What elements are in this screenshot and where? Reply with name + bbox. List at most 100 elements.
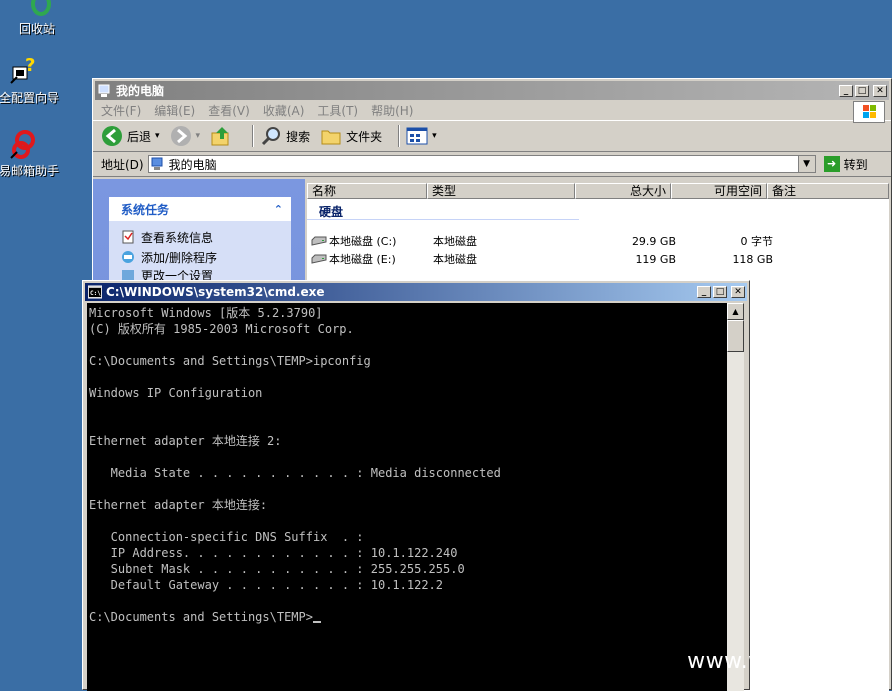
console-line: (C) 版权所有 1985-2003 Microsoft Corp. [89, 322, 354, 336]
cmd-icon: C:\ [88, 285, 102, 299]
explorer-titlebar[interactable]: 我的电脑 _ □ ✕ [95, 81, 889, 100]
close-button[interactable]: ✕ [873, 84, 887, 97]
menu-edit[interactable]: 编辑(E) [154, 102, 195, 119]
toolbar-separator [252, 125, 255, 147]
back-arrow-icon [102, 126, 122, 146]
search-button[interactable]: 搜索 [260, 125, 310, 147]
add-remove-programs-icon [122, 251, 134, 263]
folders-label: 文件夹 [346, 129, 383, 144]
desktop-icon-recycle-bin[interactable]: 回收站 [0, 0, 74, 37]
minimize-button[interactable]: _ [697, 286, 711, 298]
maximize-button[interactable]: □ [713, 286, 727, 298]
minimize-button[interactable]: _ [839, 84, 853, 97]
security-wizard-icon: ? [10, 55, 35, 84]
menu-tools[interactable]: 工具(T) [317, 102, 358, 119]
drive-row[interactable]: 本地磁盘 (C:) 本地磁盘 29.9 GB 0 字节 [307, 232, 889, 250]
console-prompt: C:\Documents and Settings\TEMP> [89, 610, 313, 624]
drive-name: 本地磁盘 (E:) [329, 253, 396, 266]
my-computer-icon [151, 157, 163, 170]
mail-assistant-icon [10, 130, 35, 159]
column-name[interactable]: 名称 [307, 183, 427, 199]
address-input[interactable]: 我的电脑 ▼ [147, 155, 816, 173]
cmd-title: C:\WINDOWS\system32\cmd.exe [106, 285, 325, 299]
forward-button[interactable]: ▾ [170, 125, 201, 147]
menu-file[interactable]: 文件(F) [101, 102, 141, 119]
console-line: Windows IP Configuration [89, 386, 263, 400]
column-type[interactable]: 类型 [427, 183, 575, 199]
folder-icon [321, 130, 341, 145]
forward-arrow-icon [170, 126, 191, 146]
system-info-icon [122, 230, 134, 244]
column-total-size[interactable]: 总大小 [575, 183, 671, 199]
menu-view[interactable]: 查看(V) [208, 102, 250, 119]
drive-type: 本地磁盘 [433, 253, 477, 266]
folders-button[interactable]: 文件夹 [320, 125, 382, 147]
close-button[interactable]: ✕ [731, 286, 745, 298]
task-label: 查看系统信息 [141, 230, 214, 245]
desktop-icon-label: 回收站 [18, 22, 55, 36]
go-arrow-icon: ➜ [823, 156, 840, 172]
column-comments[interactable]: 备注 [767, 183, 889, 199]
recycle-bin-icon [31, 0, 51, 16]
system-tasks-panel: 系统任务 ⌃ 查看系统信息 添加/删除程序 更改一个设置 [109, 197, 291, 283]
svg-text:C:\: C:\ [90, 290, 101, 297]
watermark: www.wooyun.org [687, 649, 882, 674]
task-view-system-info[interactable]: 查看系统信息 [109, 227, 291, 247]
desktop-icon-mail-assistant[interactable]: 网易邮箱助手 [0, 128, 60, 179]
drive-row[interactable]: 本地磁盘 (E:) 本地磁盘 119 GB 118 GB [307, 250, 889, 268]
address-label: 地址(D) [101, 157, 144, 172]
maximize-button[interactable]: □ [855, 84, 869, 97]
desktop-icon-security-wizard[interactable]: ? 安全配置向导 [0, 55, 60, 106]
views-button[interactable]: ▾ [406, 126, 437, 146]
explorer-toolbar: 后退 ▾ ▾ 搜索 文件夹 ▾ [93, 121, 891, 152]
back-label: 后退 [127, 129, 152, 144]
address-bar: 地址(D) 我的电脑 ▼ ➜ 转到 [93, 152, 891, 177]
address-dropdown-button[interactable]: ▼ [797, 156, 815, 172]
toolbar-separator [398, 125, 401, 147]
views-icon [406, 127, 428, 145]
search-label: 搜索 [286, 129, 311, 144]
desktop-icon-label: 安全配置向导 [0, 91, 59, 105]
go-button[interactable]: ➜ 转到 [823, 156, 868, 173]
chevron-down-icon[interactable]: ▾ [196, 131, 201, 141]
menu-help[interactable]: 帮助(H) [371, 102, 413, 119]
console-line: C:\Documents and Settings\TEMP>ipconfig [89, 354, 371, 368]
chevron-down-icon[interactable]: ▾ [155, 131, 160, 141]
chevron-down-icon[interactable]: ▾ [432, 131, 437, 141]
my-computer-icon [98, 84, 110, 97]
hard-drive-icon [311, 254, 327, 264]
drive-total-size: 119 GB [635, 252, 676, 266]
console-line: Default Gateway . . . . . . . . . : 10.1… [89, 578, 444, 592]
console-prompt-line: C:\Documents and Settings\TEMP> [89, 609, 321, 625]
drive-total-size: 29.9 GB [631, 234, 676, 248]
drive-type: 本地磁盘 [433, 235, 477, 248]
up-folder-icon [211, 127, 229, 146]
address-value: 我的电脑 [168, 157, 217, 172]
vertical-scrollbar[interactable]: ▲ [727, 303, 744, 691]
task-add-remove-programs[interactable]: 添加/删除程序 [109, 247, 291, 267]
cmd-titlebar[interactable]: C:\ C:\WINDOWS\system32\cmd.exe _ □ ✕ [85, 283, 747, 301]
console-line: Subnet Mask . . . . . . . . . . . : 255.… [89, 562, 465, 576]
column-free-space[interactable]: 可用空间 [671, 183, 767, 199]
explorer-menubar: 文件(F) 编辑(E) 查看(V) 收藏(A) 工具(T) 帮助(H) [93, 100, 891, 121]
scroll-up-button[interactable]: ▲ [727, 303, 744, 320]
desktop-icon-label: 网易邮箱助手 [0, 164, 59, 178]
console-output[interactable]: Microsoft Windows [版本 5.2.3790] (C) 版权所有… [87, 303, 727, 691]
up-folder-button[interactable] [210, 125, 236, 147]
console-line: Microsoft Windows [版本 5.2.3790] [89, 306, 323, 320]
console-line: Ethernet adapter 本地连接 2: [89, 434, 282, 448]
hard-drive-icon [311, 236, 327, 246]
collapse-icon[interactable]: ⌃ [274, 203, 283, 216]
windows-logo-icon [853, 101, 885, 123]
svg-text:?: ? [25, 55, 35, 76]
task-label: 添加/删除程序 [141, 250, 218, 265]
console-line: Ethernet adapter 本地连接: [89, 498, 268, 512]
menu-favorites[interactable]: 收藏(A) [263, 102, 305, 119]
drive-free-space: 118 GB [732, 252, 773, 266]
scroll-thumb[interactable] [727, 320, 744, 352]
system-tasks-title: 系统任务 [121, 202, 170, 217]
system-tasks-header[interactable]: 系统任务 ⌃ [109, 197, 291, 221]
column-headers: 名称 类型 总大小 可用空间 备注 [307, 183, 889, 199]
back-button[interactable]: 后退 ▾ [101, 125, 160, 147]
console-line: Media State . . . . . . . . . . . : Medi… [89, 466, 501, 480]
